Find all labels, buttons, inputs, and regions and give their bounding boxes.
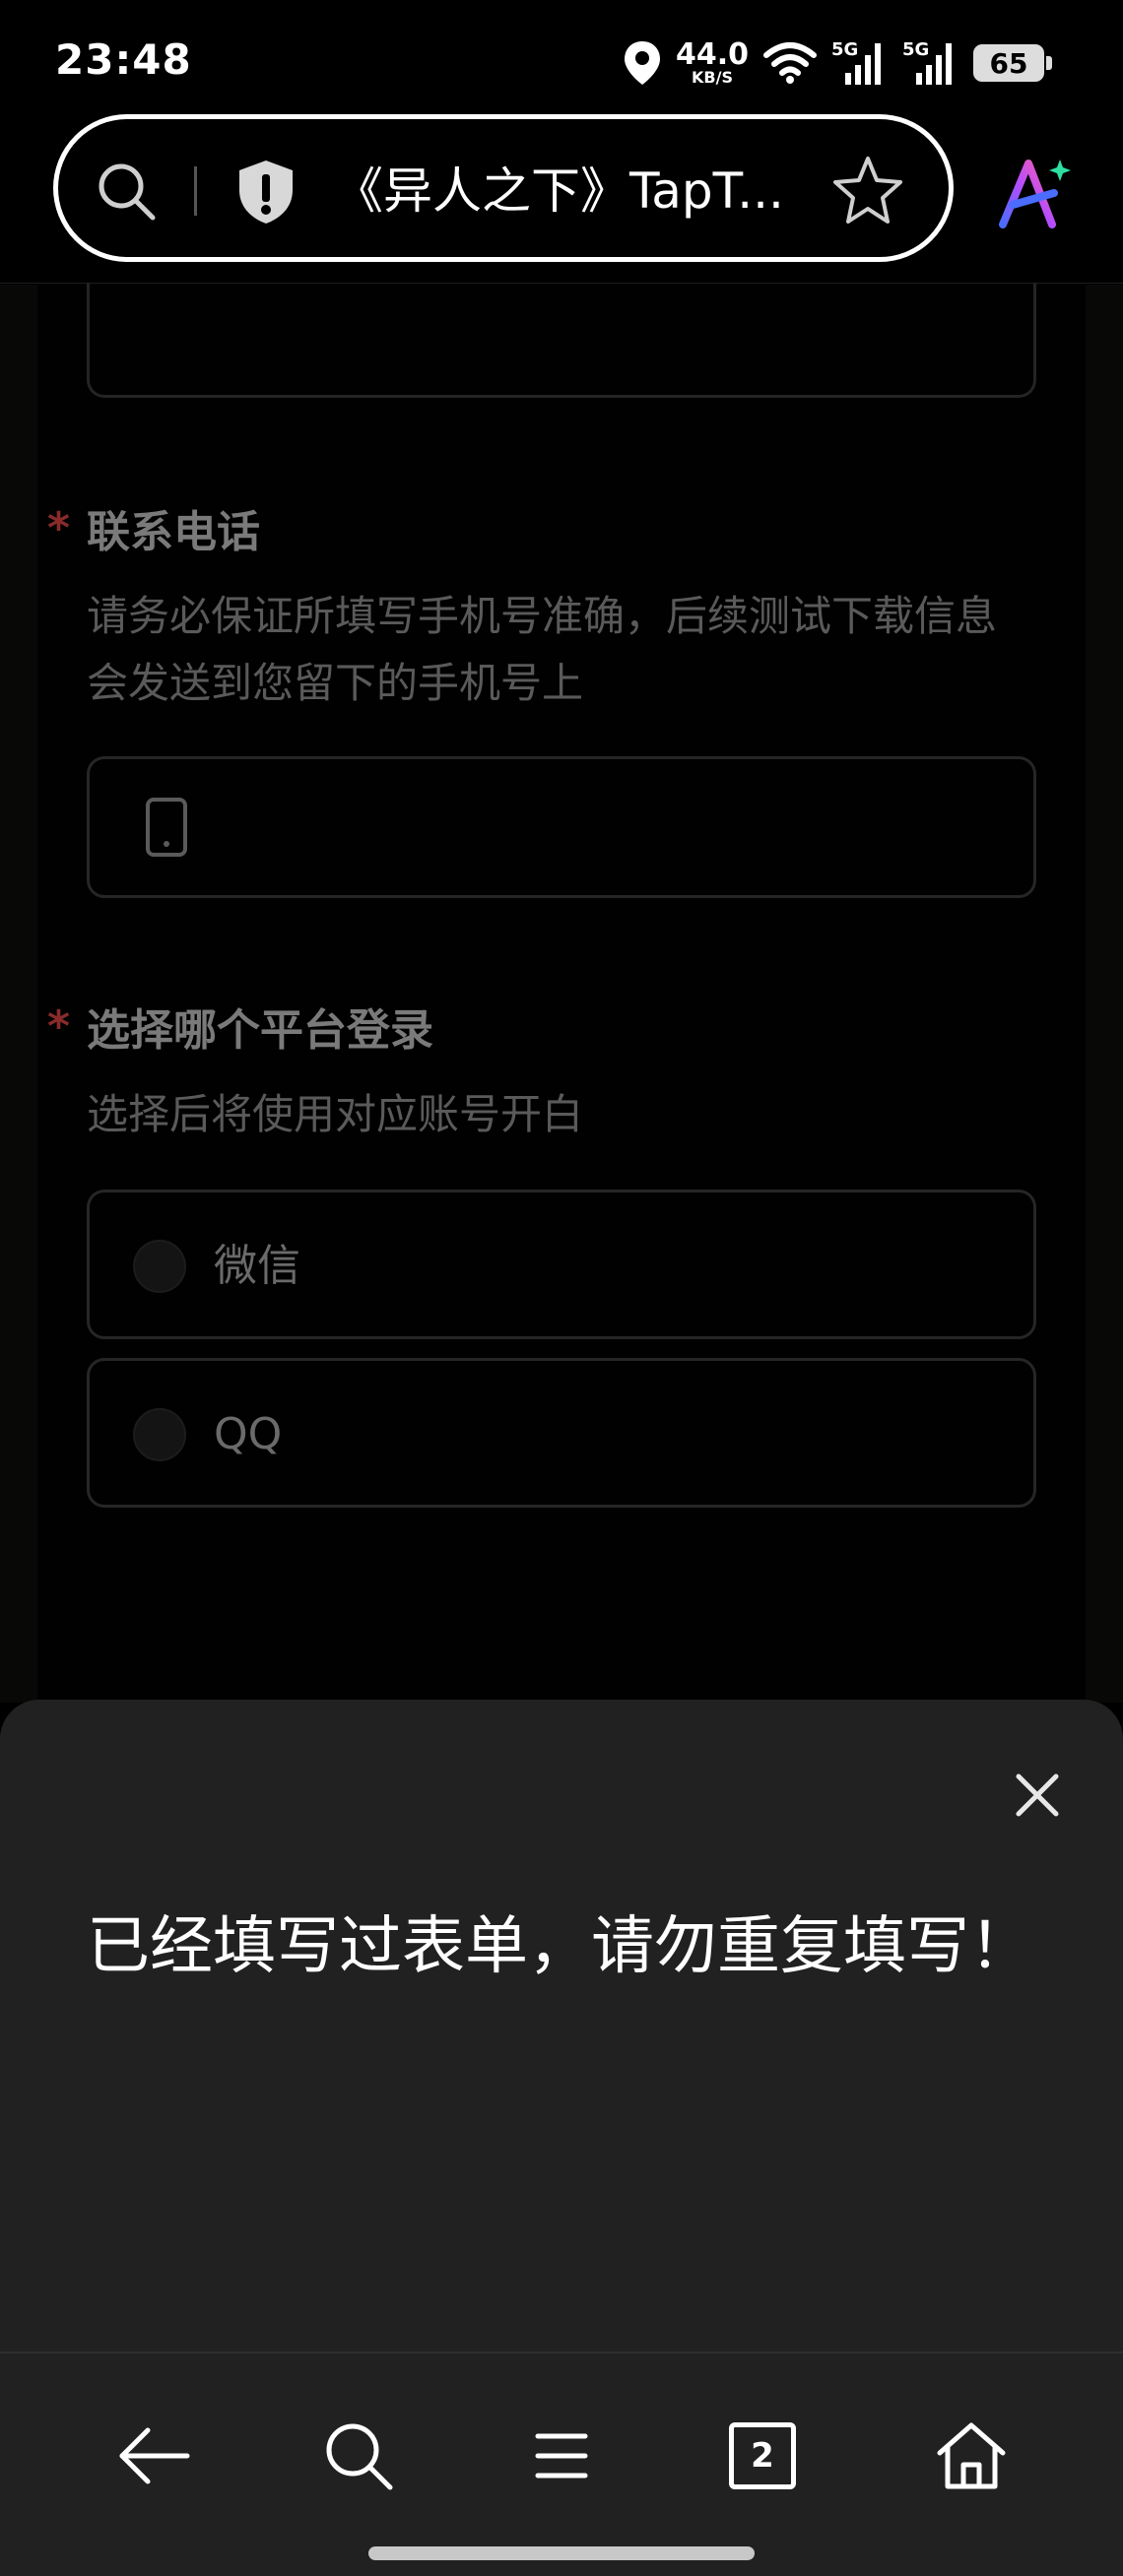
menu-icon xyxy=(535,2433,588,2479)
sheet-message: 已经填写过表单，请勿重复填写！ xyxy=(87,1910,1032,1983)
net-speed-unit: KB/S xyxy=(692,68,733,87)
net-speed: 44.0 KB/S xyxy=(676,40,749,86)
radio-option-wechat[interactable]: 微信 xyxy=(87,1190,1036,1339)
star-icon[interactable] xyxy=(830,153,905,227)
tabs-icon: 2 xyxy=(729,2422,796,2489)
wifi-icon xyxy=(763,42,817,84)
phone-field-title: * 联系电话 xyxy=(47,496,260,559)
menu-button[interactable] xyxy=(514,2409,609,2503)
previous-field-input[interactable] xyxy=(87,284,1036,398)
home-indicator[interactable] xyxy=(368,2546,755,2560)
page-title[interactable]: 《异人之下》TapT... xyxy=(334,157,866,225)
platform-field-title: * 选择哪个平台登录 xyxy=(47,995,433,1058)
home-icon xyxy=(937,2422,1006,2489)
required-mark: * xyxy=(47,502,71,553)
battery-level: 65 xyxy=(989,46,1028,80)
alert-bottom-sheet: 已经填写过表单，请勿重复填写！ xyxy=(0,1700,1123,2353)
home-button[interactable] xyxy=(924,2409,1019,2503)
address-divider xyxy=(194,166,197,216)
status-time: 23:48 xyxy=(55,35,192,84)
status-bar: 23:48 44.0 KB/S 5G 5G 65 xyxy=(0,0,1123,110)
search-button[interactable] xyxy=(311,2409,406,2503)
tabs-button[interactable]: 2 xyxy=(717,2409,812,2503)
close-icon[interactable] xyxy=(1011,1769,1064,1822)
address-bar[interactable]: 《异人之下》TapT... xyxy=(53,114,954,262)
back-button[interactable] xyxy=(106,2409,201,2503)
radio-label: 微信 xyxy=(214,1241,300,1291)
status-icons: 44.0 KB/S 5G 5G 65 xyxy=(623,37,1052,89)
signal-5g-icon: 5G xyxy=(831,39,889,87)
back-arrow-icon xyxy=(119,2427,190,2484)
phone-input[interactable] xyxy=(87,756,1036,898)
browser-toolbar: 《异人之下》TapT... xyxy=(0,110,1123,284)
browser-bottom-nav: 2 xyxy=(0,2351,1123,2576)
search-icon xyxy=(326,2423,393,2490)
radio-option-qq[interactable]: QQ xyxy=(87,1358,1036,1508)
location-icon xyxy=(624,41,660,85)
battery-icon: 65 xyxy=(973,44,1052,82)
shield-warning-icon[interactable] xyxy=(235,159,297,225)
search-icon[interactable] xyxy=(94,159,159,224)
radio-label: QQ xyxy=(214,1409,283,1459)
platform-field-hint: 选择后将使用对应账号开白 xyxy=(87,1090,584,1138)
required-mark: * xyxy=(47,1000,71,1052)
phone-field-label: 联系电话 xyxy=(87,507,260,557)
radio-button[interactable] xyxy=(133,1240,186,1293)
screen: 23:48 44.0 KB/S 5G 5G 65 《异人之下》TapT... *… xyxy=(0,0,1123,2576)
phone-icon xyxy=(146,798,187,857)
radio-button[interactable] xyxy=(133,1408,186,1461)
net-speed-value: 44.0 xyxy=(675,37,749,72)
ai-assistant-icon[interactable] xyxy=(995,154,1074,232)
phone-field-hint: 请务必保证所填写手机号准确，后续测试下载信息会发送到您留下的手机号上 xyxy=(87,592,998,707)
signal-5g-icon: 5G xyxy=(902,39,959,87)
platform-field-label: 选择哪个平台登录 xyxy=(87,1005,433,1056)
tab-count: 2 xyxy=(751,2436,774,2476)
